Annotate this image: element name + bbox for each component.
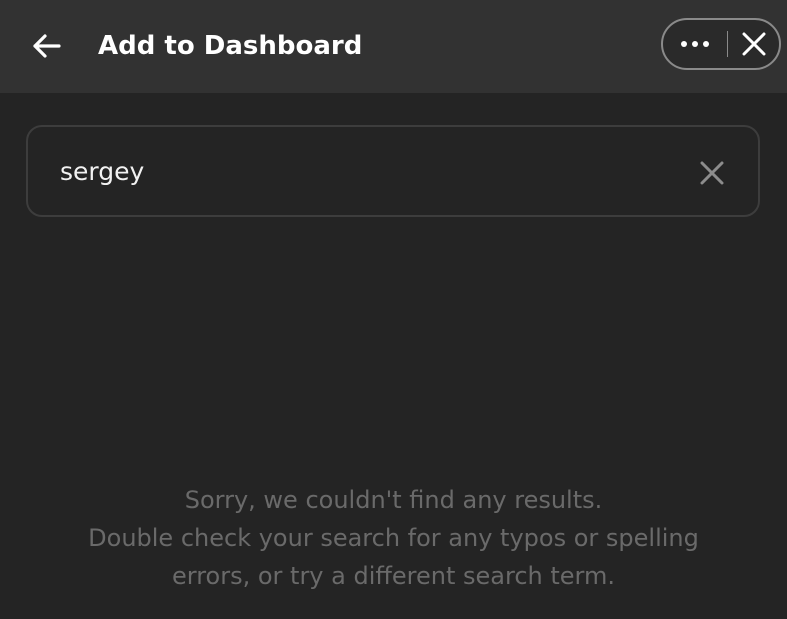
empty-state-message: Sorry, we couldn't find any results. Dou… — [0, 481, 787, 595]
controls-divider — [727, 31, 728, 57]
close-icon — [742, 32, 766, 56]
more-options-button[interactable] — [663, 20, 727, 68]
search-box — [26, 125, 760, 217]
header-bar: Add to Dashboard — [0, 0, 787, 93]
back-button[interactable] — [26, 28, 66, 64]
search-input[interactable] — [60, 149, 660, 193]
page-title: Add to Dashboard — [98, 31, 363, 61]
more-horizontal-icon — [681, 41, 709, 47]
window-controls — [661, 18, 781, 70]
clear-search-button[interactable] — [692, 153, 732, 193]
empty-state-line-1: Sorry, we couldn't find any results. — [184, 486, 603, 514]
close-icon — [700, 161, 724, 185]
empty-state-line-2: Double check your search for any typos o… — [88, 524, 699, 552]
empty-state-line-3: errors, or try a different search term. — [171, 562, 616, 590]
close-button[interactable] — [729, 20, 779, 68]
arrow-left-icon — [33, 34, 61, 58]
